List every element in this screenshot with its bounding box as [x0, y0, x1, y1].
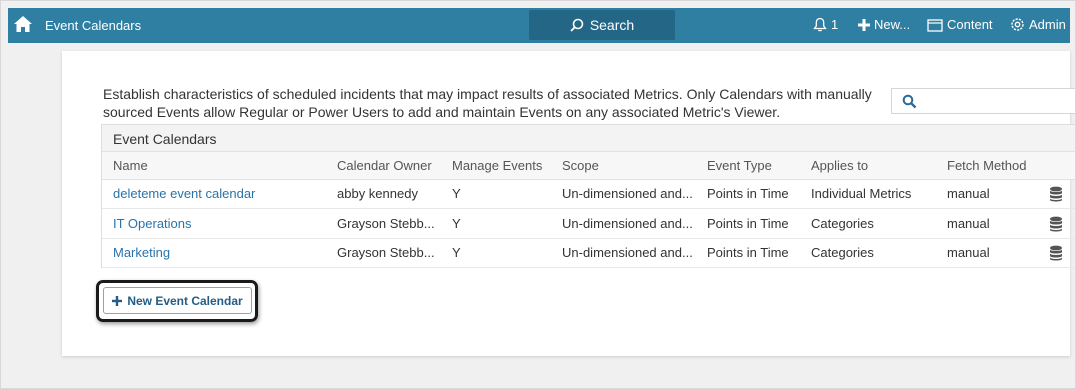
column-header-scope[interactable]: Scope — [551, 152, 696, 180]
manage-events: Y — [441, 238, 551, 268]
event-calendars-panel: Event Calendars Name Calendar Owner Mana… — [101, 124, 1075, 268]
calendar-owner: Grayson Stebb... — [326, 238, 441, 268]
calendar-owner: abby kennedy — [326, 179, 441, 209]
panel-title: Event Calendars — [102, 125, 1075, 152]
scope: Un-dimensioned and... — [551, 179, 696, 209]
row-actions — [1038, 238, 1075, 268]
event-type: Points in Time — [696, 179, 800, 209]
row-actions — [1038, 179, 1075, 209]
database-icon[interactable] — [1049, 186, 1063, 202]
bell-icon — [813, 17, 827, 32]
event-type: Points in Time — [696, 208, 800, 239]
filter-search[interactable] — [891, 88, 1075, 114]
table-row[interactable]: Marketing Grayson Stebb... Y Un-dimensio… — [102, 238, 1075, 268]
content-menu-label: Content — [947, 17, 993, 32]
applies-to: Individual Metrics — [800, 179, 936, 209]
column-header-calendar-owner[interactable]: Calendar Owner — [326, 152, 441, 180]
filter-input[interactable] — [922, 91, 1072, 111]
search-icon — [570, 18, 584, 32]
column-header-applies-to[interactable]: Applies to — [800, 152, 936, 180]
calendar-name-link[interactable]: Marketing — [102, 238, 326, 268]
content-icon — [927, 18, 943, 32]
column-header-name[interactable]: Name — [102, 152, 326, 180]
content-menu-button[interactable]: Content — [927, 17, 993, 32]
table-header-row: Name Calendar Owner Manage Events Scope … — [102, 152, 1075, 180]
applies-to: Categories — [800, 238, 936, 268]
plus-icon — [858, 18, 870, 31]
calendar-owner: Grayson Stebb... — [326, 208, 441, 239]
database-icon[interactable] — [1049, 245, 1063, 261]
table-row[interactable]: deleteme event calendar abby kennedy Y U… — [102, 179, 1075, 209]
applies-to: Categories — [800, 208, 936, 239]
admin-menu-button[interactable]: Admin — [1010, 17, 1066, 32]
new-menu-label: New... — [874, 17, 911, 32]
fetch-method: manual — [936, 179, 1038, 209]
row-actions — [1038, 208, 1075, 239]
page-description: Establish characteristics of scheduled i… — [103, 86, 872, 120]
admin-menu-label: Admin — [1029, 17, 1066, 32]
search-label: Search — [589, 17, 635, 33]
column-header-actions — [1038, 152, 1075, 180]
home-icon[interactable] — [13, 14, 33, 34]
table-row[interactable]: IT Operations Grayson Stebb... Y Un-dime… — [102, 208, 1075, 239]
notifications-button[interactable]: 1 — [813, 17, 838, 32]
column-header-manage-events[interactable]: Manage Events — [441, 152, 551, 180]
search-icon — [902, 94, 917, 109]
manage-events: Y — [441, 179, 551, 209]
database-icon[interactable] — [1049, 216, 1063, 232]
fetch-method: manual — [936, 238, 1038, 268]
new-event-calendar-button[interactable]: New Event Calendar — [103, 287, 252, 314]
scope: Un-dimensioned and... — [551, 238, 696, 268]
new-menu-button[interactable]: New... — [858, 17, 910, 32]
calendar-name-link[interactable]: deleteme event calendar — [102, 179, 326, 209]
app-window: Event Calendars Search 1 New... Content … — [0, 0, 1076, 389]
scope: Un-dimensioned and... — [551, 208, 696, 239]
column-header-fetch-method[interactable]: Fetch Method — [936, 152, 1038, 180]
page-title[interactable]: Event Calendars — [45, 18, 141, 33]
event-type: Points in Time — [696, 238, 800, 268]
notifications-count: 1 — [831, 17, 839, 32]
global-search-button[interactable]: Search — [529, 10, 675, 40]
manage-events: Y — [441, 208, 551, 239]
calendar-name-link[interactable]: IT Operations — [102, 208, 326, 239]
gear-icon — [1011, 18, 1024, 31]
top-navigation-bar: Event Calendars Search 1 New... Content … — [8, 8, 1070, 43]
event-calendars-table: Name Calendar Owner Manage Events Scope … — [102, 152, 1075, 268]
plus-icon — [112, 295, 123, 306]
column-header-event-type[interactable]: Event Type — [696, 152, 800, 180]
new-event-calendar-label: New Event Calendar — [127, 293, 243, 308]
fetch-method: manual — [936, 208, 1038, 239]
